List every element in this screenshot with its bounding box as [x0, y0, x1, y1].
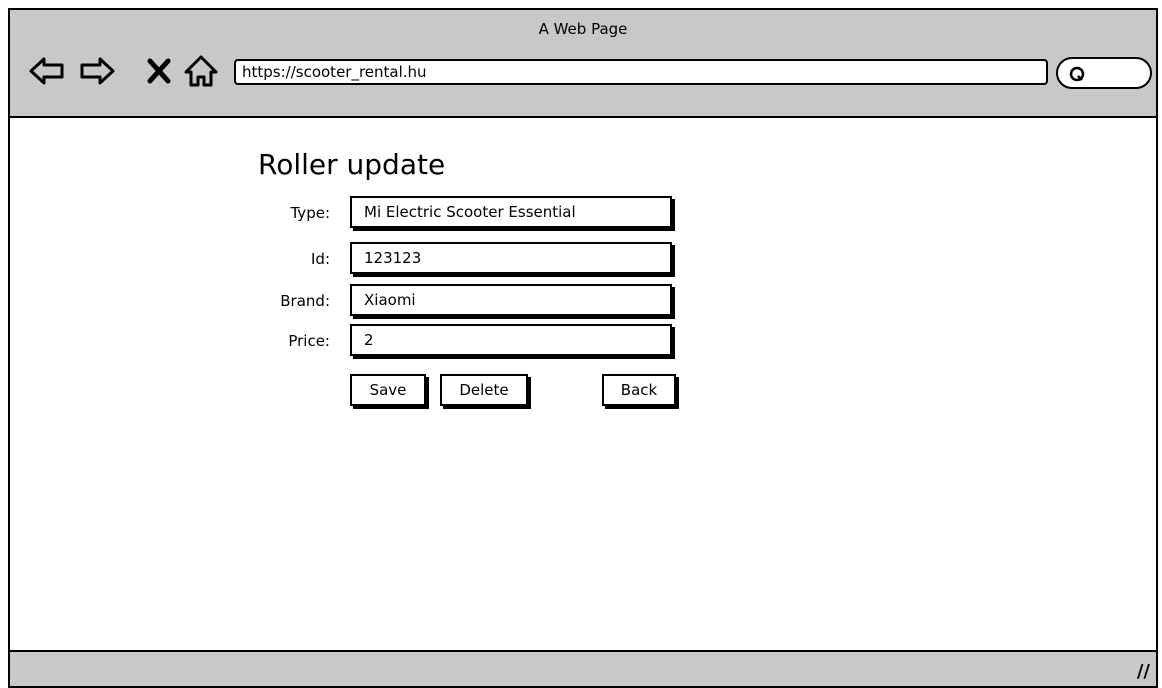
id-label: Id: — [311, 250, 330, 268]
stop-icon[interactable] — [140, 52, 178, 90]
save-button[interactable]: Save — [350, 374, 426, 406]
type-label: Type: — [290, 204, 330, 222]
id-field[interactable] — [350, 242, 672, 274]
back-button[interactable]: Back — [602, 374, 676, 406]
browser-toolbar: A Web Page https://scooter_rental.hu — [10, 10, 1156, 118]
forward-arrow-icon[interactable] — [78, 52, 116, 90]
delete-button[interactable]: Delete — [440, 374, 528, 406]
page-content: Roller update Type: Id: Brand: Price: Sa… — [10, 118, 1156, 652]
price-label: Price: — [288, 332, 330, 350]
home-icon[interactable] — [182, 52, 220, 90]
type-field[interactable] — [350, 196, 672, 228]
price-field[interactable] — [350, 324, 672, 356]
status-bar: // — [10, 650, 1156, 686]
browser-window: A Web Page https://scooter_rental.hu Rol… — [8, 8, 1158, 688]
back-arrow-icon[interactable] — [28, 52, 66, 90]
brand-field[interactable] — [350, 284, 672, 316]
search-icon — [1069, 66, 1085, 82]
page-title: Roller update — [258, 148, 446, 181]
brand-label: Brand: — [280, 292, 330, 310]
resize-grip-icon[interactable]: // — [1137, 661, 1150, 682]
url-bar[interactable]: https://scooter_rental.hu — [234, 59, 1048, 85]
search-box[interactable] — [1056, 57, 1152, 89]
window-title: A Web Page — [538, 20, 628, 38]
